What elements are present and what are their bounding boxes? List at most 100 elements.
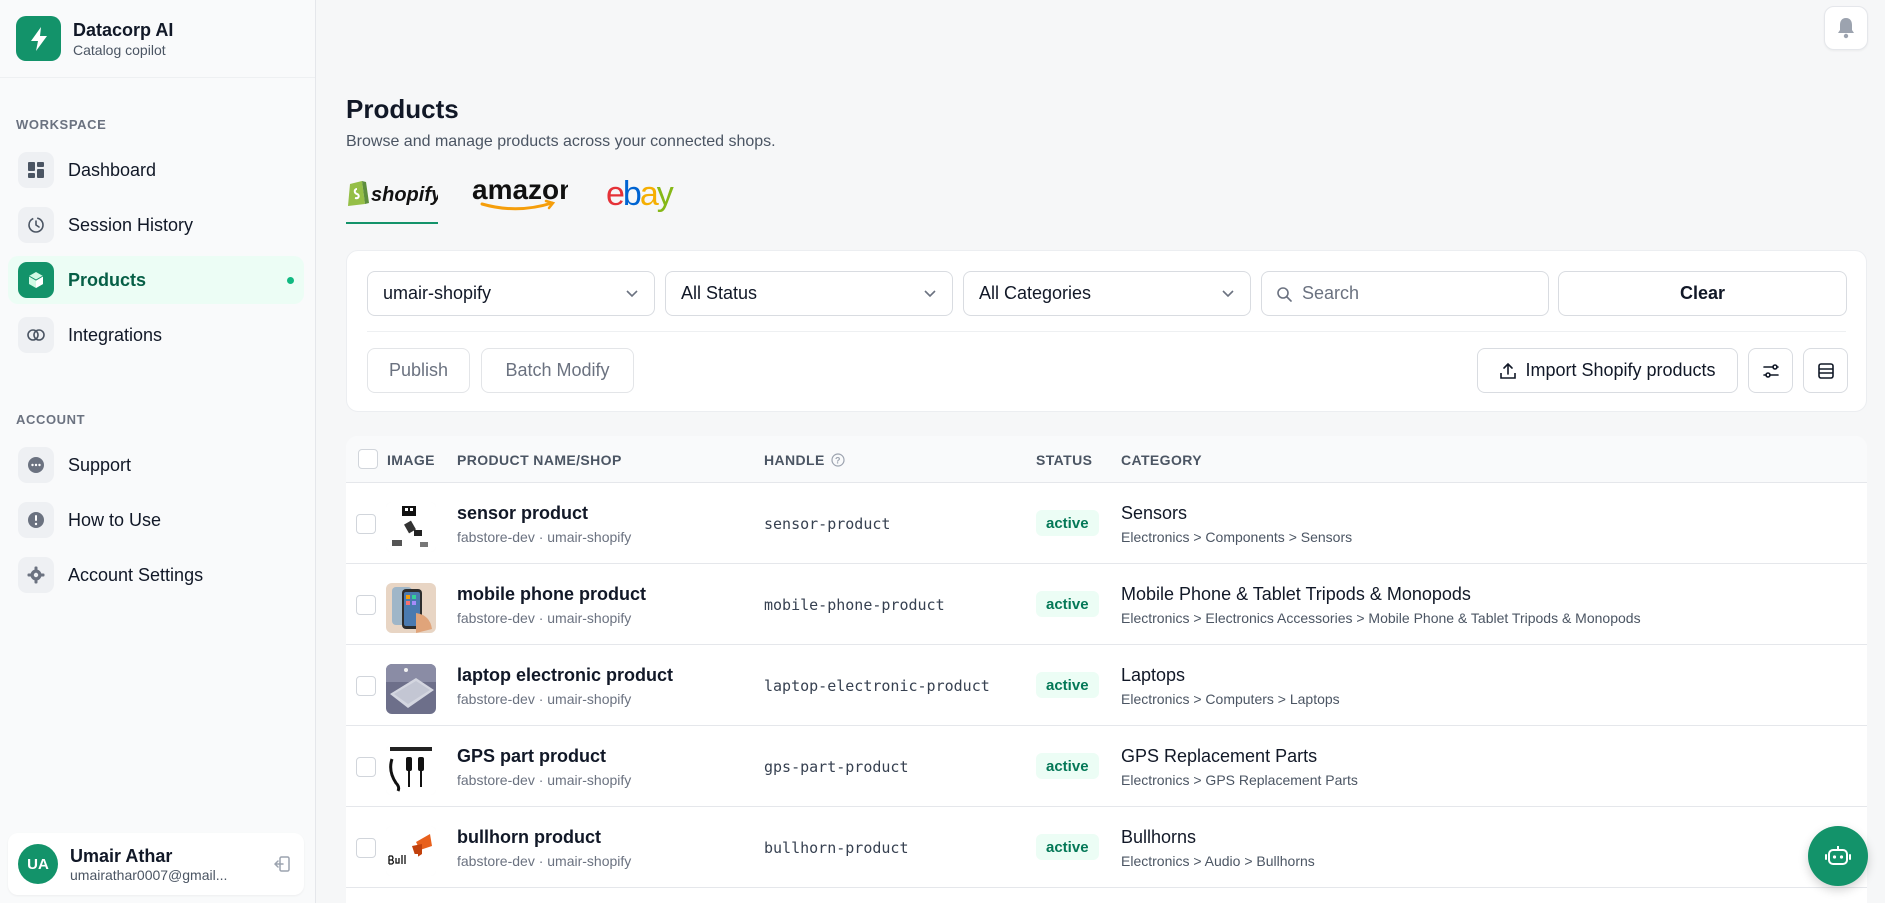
row-checkbox[interactable] [356,838,376,858]
product-name[interactable]: GPS part product [457,746,606,767]
product-handle: laptop-electronic-product [764,677,990,695]
sidebar-item-integrations[interactable]: Integrations [8,311,304,359]
sidebar-item-label: Account Settings [68,564,204,585]
product-category-path: Electronics > Electronics Accessories > … [1121,610,1641,626]
ebay-logo: ebay [606,175,676,213]
product-shop: fabstore-dev · umair-shopify [457,853,632,869]
product-thumbnail-bullhorn [386,826,436,876]
sidebar-item-label: Session History [68,214,194,235]
sliders-icon [1762,363,1779,378]
sidebar-item-account-settings[interactable]: Account Settings [8,551,304,599]
link-icon [18,317,54,353]
sidebar: Datacorp AI Catalog copilot WORKSPACE Da… [0,0,316,903]
import-shopify-button[interactable]: Import Shopify products [1477,348,1738,393]
table-row[interactable]: bullhorn product fabstore-dev · umair-sh… [346,807,1867,888]
sidebar-item-dashboard[interactable]: Dashboard [8,146,304,194]
brand[interactable]: Datacorp AI Catalog copilot [0,0,315,78]
table-row[interactable]: laptop electronic product fabstore-dev ·… [346,645,1867,726]
product-handle: gps-part-product [764,758,909,776]
sidebar-item-session-history[interactable]: Session History [8,201,304,249]
sidebar-item-label: Dashboard [68,159,157,180]
product-name[interactable]: laptop electronic product [457,665,673,686]
product-handle: mobile-phone-product [764,596,945,614]
sidebar-item-products[interactable]: Products [8,256,304,304]
product-name[interactable]: sensor product [457,503,588,524]
bolt-icon [16,16,61,61]
shopify-logo: shopify [348,181,443,206]
workspace-section-label: WORKSPACE [16,117,107,132]
product-thumbnail-gps-part [386,745,436,795]
clear-button[interactable]: Clear [1558,271,1847,316]
sidebar-item-how-to-use[interactable]: How to Use [8,496,304,544]
sidebar-item-support[interactable]: Support [8,441,304,489]
row-checkbox[interactable] [356,676,376,696]
product-handle: sensor-product [764,515,891,533]
category-select[interactable]: All Categories [963,271,1251,316]
row-checkbox[interactable] [356,757,376,777]
product-name[interactable]: mobile phone product [457,584,646,605]
product-category: GPS Replacement Parts [1121,746,1318,766]
col-status[interactable]: STATUS [1036,436,1092,483]
robot-icon [1825,846,1851,865]
svg-text:ebay: ebay [606,175,674,213]
filter-card: umair-shopify All Status All Categories … [346,250,1867,412]
col-handle[interactable]: HANDLE ? [764,436,845,483]
status-select[interactable]: All Status [665,271,953,316]
box-icon [18,262,54,298]
columns-button[interactable] [1803,348,1848,393]
account-section-label: ACCOUNT [16,412,86,427]
user-card[interactable]: UA Umair Athar umairathar0007@gmail... [8,833,304,895]
product-shop: fabstore-dev · umair-shopify [457,529,632,545]
row-checkbox[interactable] [356,595,376,615]
logout-icon[interactable] [270,852,294,876]
filter-settings-button[interactable] [1748,348,1793,393]
table-icon [1817,362,1834,379]
col-handle-label: HANDLE [764,451,825,468]
status-badge: active [1036,672,1099,698]
grid-icon [18,152,54,188]
product-thumbnail-laptop [386,664,436,714]
brand-subtitle: Catalog copilot [73,41,166,58]
product-category-path: Electronics > Components > Sensors [1121,529,1353,545]
publish-button[interactable]: Publish [367,348,470,393]
divider [367,331,1846,332]
user-name: Umair Athar [70,846,173,866]
table-row[interactable]: sensor product fabstore-dev · umair-shop… [346,483,1867,564]
user-email: umairathar0007@gmail... [70,867,228,883]
col-product-name[interactable]: PRODUCT NAME/SHOP [457,436,622,483]
active-indicator [287,277,294,284]
product-category-path: Electronics > Audio > Bullhorns [1121,853,1315,869]
product-shop: fabstore-dev · umair-shopify [457,610,632,626]
search-box[interactable] [1261,271,1549,316]
product-thumbnail-mobile-phone [386,583,436,633]
batch-modify-button[interactable]: Batch Modify [481,348,634,393]
products-table: IMAGE PRODUCT NAME/SHOP HANDLE ? STATUS … [346,436,1867,903]
chevron-down-icon [1222,289,1234,297]
chat-icon [18,447,54,483]
col-category[interactable]: CATEGORY [1121,436,1202,483]
page-subtitle: Browse and manage products across your c… [346,133,776,150]
product-handle: bullhorn-product [764,839,909,857]
chevron-down-icon [626,289,638,297]
product-category: Laptops [1121,665,1186,685]
search-input[interactable] [1302,283,1522,304]
sidebar-item-label: Products [68,269,147,290]
notification-bell-button[interactable] [1824,6,1868,50]
table-row[interactable]: mobile phone product fabstore-dev · umai… [346,564,1867,645]
shop-select[interactable]: umair-shopify [367,271,655,316]
sidebar-item-label: Integrations [68,324,163,345]
tab-ebay[interactable]: ebay [606,172,686,224]
brand-name: Datacorp AI [73,19,174,40]
svg-text:amazon: amazon [472,174,568,205]
select-all-checkbox[interactable] [358,449,378,469]
tab-shopify[interactable]: shopify [346,172,443,224]
table-row[interactable]: GPS part product fabstore-dev · umair-sh… [346,726,1867,807]
upload-icon [1500,362,1517,379]
tab-amazon[interactable]: amazon [472,172,576,224]
help-icon [18,502,54,538]
assistant-chat-button[interactable] [1808,826,1868,886]
info-icon[interactable]: ? [831,452,845,467]
col-image: IMAGE [387,451,435,468]
product-name[interactable]: bullhorn product [457,827,601,848]
row-checkbox[interactable] [356,514,376,534]
